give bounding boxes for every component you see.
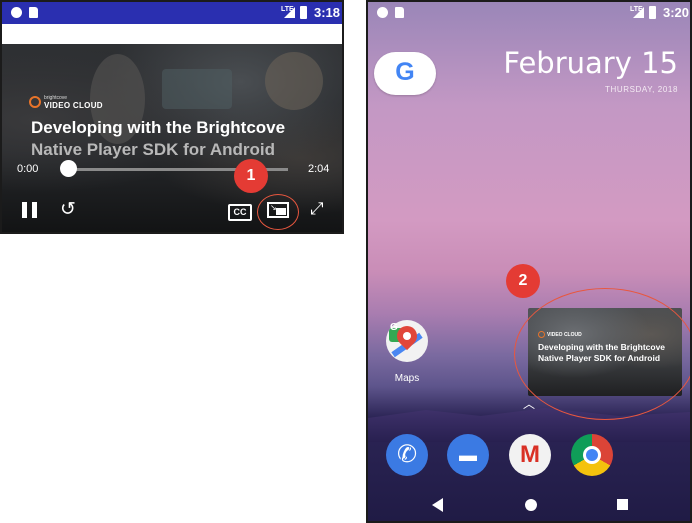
brightcove-logo-icon — [29, 96, 41, 108]
messages-glyph: ▬ — [459, 445, 477, 465]
date-widget[interactable]: February 15 — [503, 46, 678, 80]
battery-icon — [300, 6, 307, 19]
notification-icon — [11, 7, 22, 18]
video-player[interactable]: brightcove VIDEO CLOUD Developing with t… — [2, 44, 342, 232]
duration: 2:04 — [308, 163, 330, 175]
sd-card-icon — [395, 7, 404, 18]
google-logo-icon: G — [395, 58, 415, 86]
gmail-glyph: M — [520, 441, 540, 468]
fullscreen-button[interactable]: ⤢ — [310, 200, 324, 217]
pause-button[interactable] — [22, 202, 38, 218]
maps-label: Maps — [394, 373, 420, 384]
status-time: 3:18 — [314, 5, 341, 20]
battery-icon — [649, 6, 656, 19]
video-title-line2: Native Player SDK for Android — [31, 140, 276, 159]
video-title-line1: Developing with the Brightcove — [31, 118, 286, 137]
current-time: 0:00 — [17, 163, 39, 175]
messages-icon[interactable]: ▬ — [447, 434, 489, 476]
google-search-widget[interactable]: G — [374, 52, 436, 95]
maps-icon[interactable]: G — [386, 320, 428, 362]
status-bar: LTE 3:20 — [368, 2, 690, 26]
back-button[interactable] — [432, 498, 443, 512]
home-button[interactable] — [525, 499, 537, 511]
closed-captions-button[interactable]: CC — [228, 204, 252, 221]
callout-badge-2: 2 — [506, 264, 540, 298]
notification-icon — [377, 7, 388, 18]
player-phone-screen: LTE 3:18 brightcove VIDEO CLOUD Developi… — [0, 0, 344, 234]
seek-thumb[interactable] — [60, 160, 77, 177]
status-time: 3:20 — [663, 5, 690, 20]
video-figure — [265, 52, 323, 110]
phone-glyph: ✆ — [396, 441, 418, 468]
status-bar: LTE 3:18 — [2, 2, 342, 24]
weekday-year: THURSDAY, 2018 — [604, 85, 678, 94]
signal-icon — [633, 7, 644, 18]
chrome-center — [586, 449, 598, 461]
app-drawer-chevron-icon[interactable]: ︿ — [523, 395, 535, 412]
signal-icon — [284, 7, 295, 18]
chrome-icon[interactable] — [571, 434, 613, 476]
phone-icon[interactable]: ✆ — [386, 434, 428, 476]
video-title: Developing with the Brightcove Native Pl… — [31, 117, 341, 161]
home-screen-phone: LTE 3:20 G February 15 THURSDAY, 2018 G … — [366, 0, 692, 523]
replay-button[interactable]: ↺ — [60, 200, 76, 219]
pip-highlight-ring — [257, 194, 299, 230]
recents-button[interactable] — [617, 499, 628, 510]
gmail-icon[interactable]: M — [509, 434, 551, 476]
video-screen-bg — [162, 69, 232, 109]
sd-card-icon — [29, 7, 38, 18]
callout-badge-1: 1 — [234, 159, 268, 193]
pip-highlight-ring — [514, 288, 690, 420]
brand-name: VIDEO CLOUD — [44, 101, 103, 110]
